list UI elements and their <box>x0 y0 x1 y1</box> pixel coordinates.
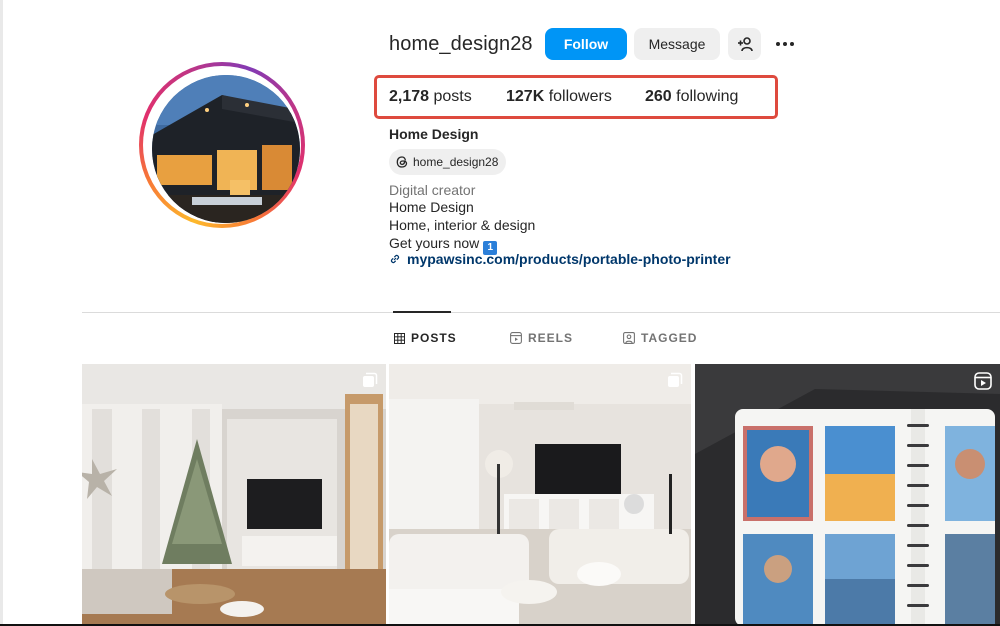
tab-posts[interactable]: POSTS <box>394 331 457 345</box>
posts-label: posts <box>433 88 472 105</box>
bio-link[interactable]: mypawsinc.com/products/portable-photo-pr… <box>389 251 731 267</box>
post-thumbnail[interactable] <box>695 364 1000 626</box>
threads-badge[interactable]: home_design28 <box>389 149 507 175</box>
post-image <box>389 364 691 626</box>
bio-line-3-text: Get yours now <box>389 235 480 251</box>
bio-category: Digital creator <box>389 182 476 198</box>
tab-tagged-label: TAGGED <box>641 331 698 345</box>
tab-tagged[interactable]: TAGGED <box>623 331 697 345</box>
followers-count: 127K <box>506 88 545 105</box>
posts-count: 2,178 <box>389 88 430 105</box>
followers-label: followers <box>548 88 612 105</box>
post-thumbnail[interactable] <box>389 364 691 626</box>
following-count: 260 <box>645 88 672 105</box>
post-image <box>695 364 1000 626</box>
bio-link-text: mypawsinc.com/products/portable-photo-pr… <box>407 251 731 267</box>
profile-full-name: Home Design <box>389 126 479 142</box>
grid-icon <box>394 332 405 344</box>
following-stat[interactable]: 260 following <box>645 88 738 106</box>
follow-button[interactable]: Follow <box>545 28 627 60</box>
following-label: following <box>676 88 739 105</box>
profile-username: home_design28 <box>389 33 533 55</box>
tab-reels[interactable]: REELS <box>510 331 573 345</box>
bio-line-1: Home Design <box>389 199 474 215</box>
reels-icon <box>510 332 522 344</box>
tab-reels-label: REELS <box>528 331 574 345</box>
tab-posts-label: POSTS <box>411 331 457 345</box>
post-image <box>82 364 386 626</box>
threads-handle: home_design28 <box>413 155 499 169</box>
posts-stat[interactable]: 2,178 posts <box>389 88 472 106</box>
profile-avatar[interactable] <box>139 62 305 228</box>
active-tab-indicator <box>393 311 451 313</box>
tagged-icon <box>623 332 635 344</box>
post-thumbnail[interactable] <box>82 364 386 626</box>
add-user-icon <box>737 37 753 52</box>
message-button[interactable]: Message <box>634 28 720 60</box>
more-options-icon[interactable] <box>772 32 798 56</box>
window-edge <box>0 0 3 626</box>
bio-line-2: Home, interior & design <box>389 217 536 233</box>
suggest-user-button[interactable] <box>728 28 761 60</box>
reel-icon <box>974 372 992 390</box>
followers-stat[interactable]: 127K followers <box>506 88 612 106</box>
threads-icon <box>396 156 408 168</box>
link-icon <box>390 254 400 264</box>
avatar-image <box>152 75 300 223</box>
tabs-divider <box>82 312 1000 313</box>
carousel-icon <box>363 372 378 387</box>
carousel-icon <box>668 372 683 387</box>
